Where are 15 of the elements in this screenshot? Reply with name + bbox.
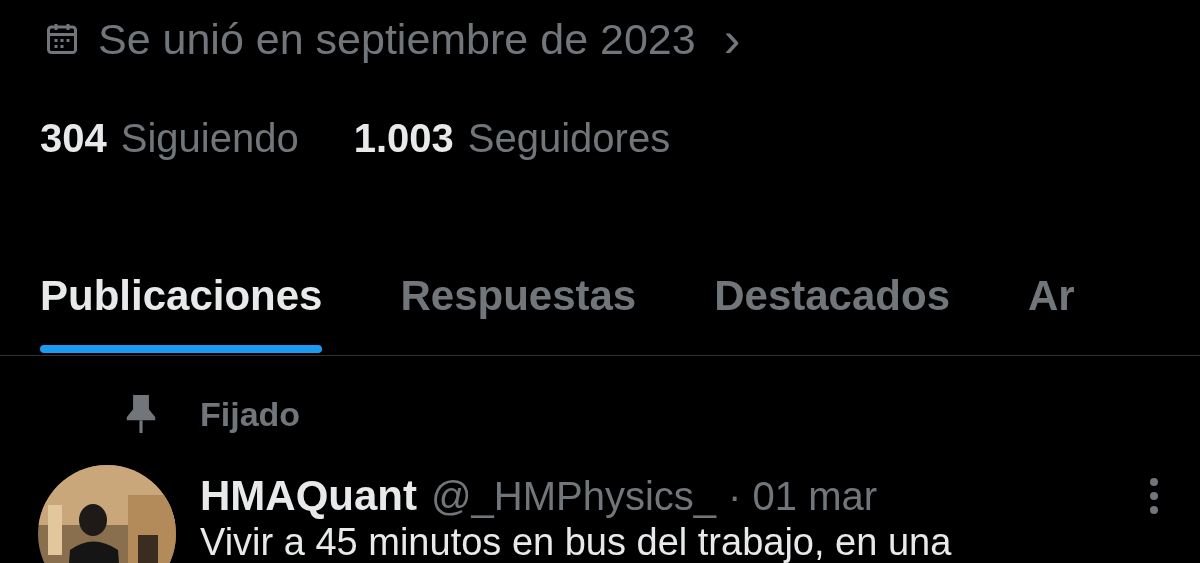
- stat-link[interactable]: 304 Siguiendo: [40, 118, 299, 158]
- post-text: Vivir a 45 minutos en bus del trabajo, en una: [200, 523, 953, 561]
- tab[interactable]: Publicaciones: [40, 275, 323, 355]
- author-handle[interactable]: @_HMPhysics_: [431, 476, 717, 516]
- pinned-label: Fijado: [200, 396, 301, 431]
- tab[interactable]: Destacados: [714, 275, 950, 355]
- chevron-icon[interactable]: ›: [723, 14, 741, 64]
- author-name[interactable]: HMAQuant: [200, 475, 417, 517]
- more-icon[interactable]: [1148, 476, 1160, 516]
- tab[interactable]: Respuestas: [400, 275, 637, 355]
- post-time: · 01 mar: [728, 476, 878, 516]
- tab[interactable]: Ar: [1028, 275, 1075, 355]
- calendar-icon: [44, 21, 80, 57]
- stat-link[interactable]: 1.003 Seguidores: [353, 118, 671, 158]
- join-date: Se unió en septiembre de 2023: [98, 17, 696, 61]
